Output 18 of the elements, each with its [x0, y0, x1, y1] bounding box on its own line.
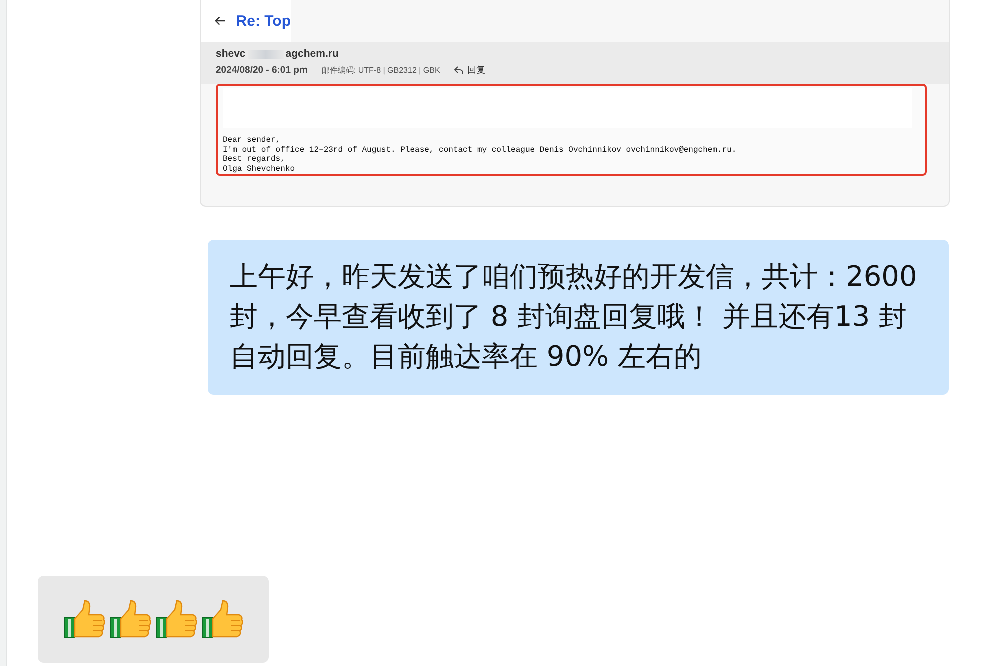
thumbs-up-icon — [154, 598, 198, 642]
thumbs-up-icon — [108, 598, 152, 642]
reply-icon — [454, 66, 464, 75]
email-body-line: Olga Shevchenko — [223, 164, 296, 174]
thumbs-up-icon — [200, 598, 244, 642]
reply-link[interactable]: 回复 — [454, 64, 486, 77]
email-subject: Re: Top — [236, 12, 291, 30]
thumbs-up-icon — [62, 598, 106, 642]
redaction-blur — [248, 50, 284, 58]
email-body-line: I'm out of office 12–23rd of August. Please, contact my colleague Denis Ovchinnikov ovchinnikov@engchem.ru. — [223, 146, 738, 155]
encoding-info: 邮件编码: UTF-8 | GB2312 | GBK — [322, 65, 440, 76]
email-body-line: Dear sender, — [223, 136, 282, 146]
email-body-line: Best regards, — [223, 155, 286, 164]
chat-message: 上午好，昨天发送了咱们预热好的开发信，共计：2600封，今早查看收到了 8 封询盘回复哦！ 并且还有13 封自动回复。目前触达率在 90% 左右的 — [208, 240, 949, 395]
sender-address-start: shevc — [216, 48, 246, 60]
back-arrow-icon — [215, 16, 226, 26]
sender-address-end: agchem.ru — [286, 48, 339, 60]
email-date: 2024/08/20 - 6:01 pm — [216, 65, 308, 76]
